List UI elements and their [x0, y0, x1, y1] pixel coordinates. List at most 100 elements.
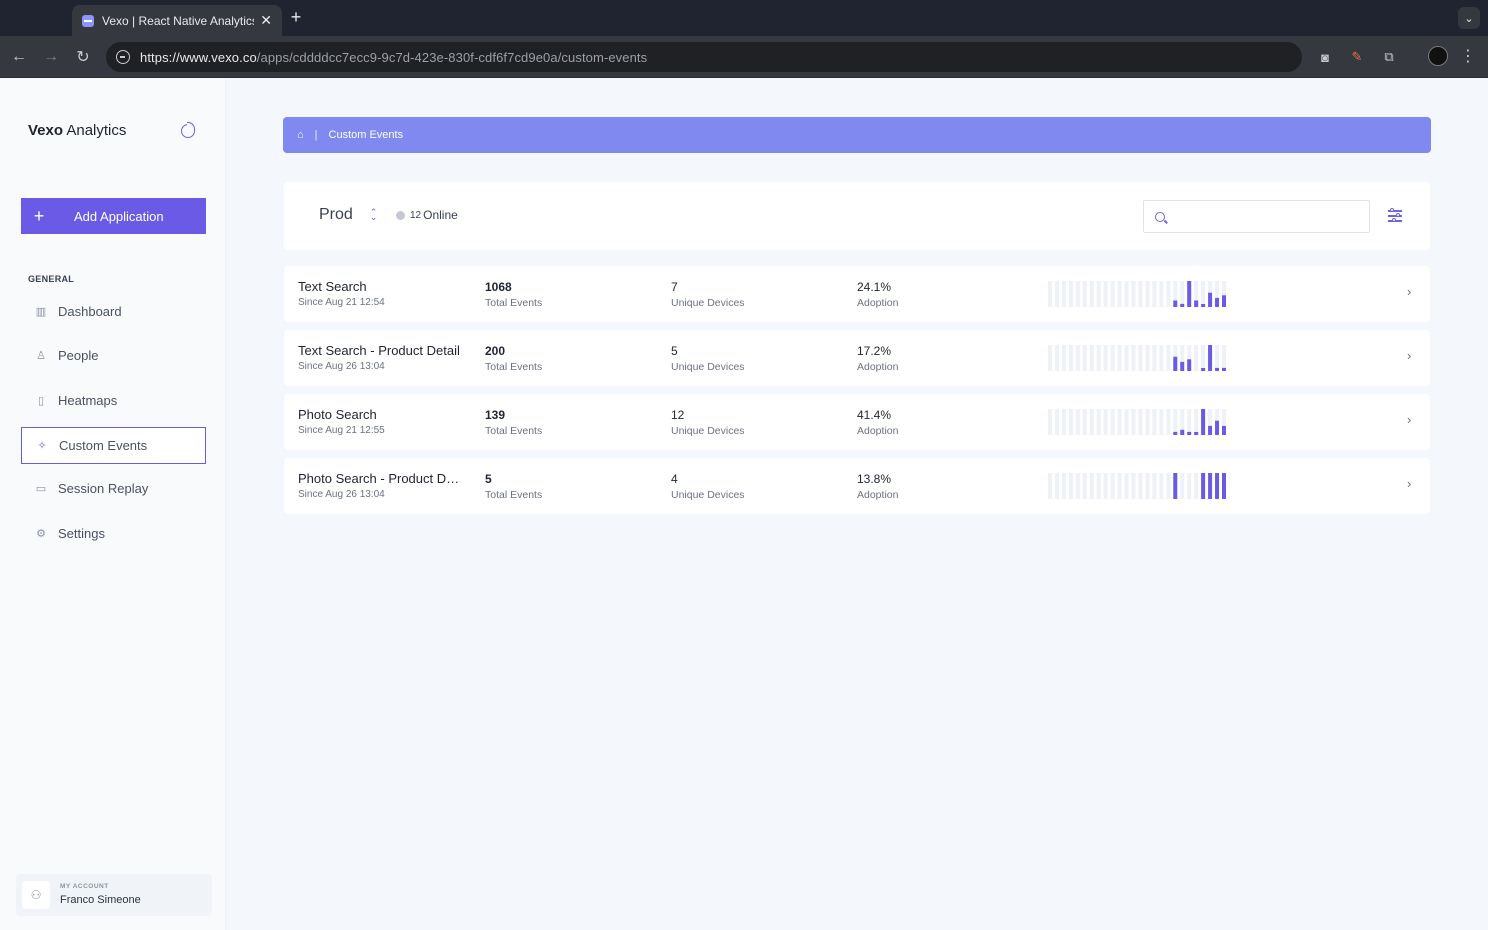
adoption-metric: 13.8% Adoption [857, 472, 898, 501]
total-events-value: 5 [485, 472, 492, 486]
chevron-right-icon[interactable]: › [1407, 348, 1411, 363]
account-card[interactable]: ⚇ MY ACCOUNT Franco Simeone [16, 874, 212, 916]
spark-track [1131, 345, 1136, 371]
chevron-right-icon[interactable]: › [1407, 412, 1411, 427]
spark-track [1138, 281, 1143, 307]
tab-search-icon[interactable]: ⌄ [1458, 7, 1480, 29]
spark-track [1068, 473, 1073, 499]
spark-track [1138, 409, 1143, 435]
spark-track [1054, 473, 1059, 499]
adoption-label: Adoption [857, 361, 899, 373]
forward-icon[interactable]: → [40, 46, 62, 68]
add-application-button[interactable]: + Add Application [21, 198, 206, 234]
spark-track [1215, 345, 1220, 371]
unique-devices-metric: 4 Unique Devices [671, 472, 745, 501]
spark-track [1103, 281, 1108, 307]
online-indicator: 12 Online [396, 208, 458, 222]
spark-bar [1194, 432, 1199, 435]
brand-title: Vexo Analytics [28, 122, 127, 139]
event-row[interactable]: Photo Search Since Aug 21 12:55 139 Tota… [284, 394, 1430, 450]
url-text: https://www.vexo.co/apps/cddddcc7ecc9-9c… [140, 49, 648, 65]
home-icon[interactable]: ⌂ [297, 129, 304, 141]
spark-bar [1208, 292, 1213, 307]
sidebar-item-people[interactable]: ♙ People [21, 337, 206, 374]
spark-track [1103, 345, 1108, 371]
spark-track [1131, 473, 1136, 499]
breadcrumb: ⌂ | Custom Events [283, 117, 1431, 153]
users-icon: ⚇ [22, 881, 50, 909]
spark-bar [1201, 473, 1206, 499]
sidebar-item-heatmaps[interactable]: ▯ Heatmaps [21, 382, 206, 419]
event-since: Since Aug 26 13:04 [298, 361, 385, 372]
spark-track [1117, 473, 1122, 499]
event-name: Photo Search [298, 407, 377, 422]
spark-track [1110, 409, 1115, 435]
spark-track [1166, 473, 1171, 499]
breadcrumb-current: Custom Events [328, 129, 404, 141]
adoption-label: Adoption [857, 425, 899, 437]
spark-bar [1187, 431, 1192, 435]
spark-bar [1222, 473, 1226, 499]
breadcrumb-separator: | [314, 129, 318, 141]
new-tab-button[interactable]: + [288, 7, 304, 28]
chevron-right-icon[interactable]: › [1407, 284, 1411, 299]
spark-bar [1180, 361, 1185, 371]
spark-bar [1173, 431, 1178, 435]
address-bar[interactable]: https://www.vexo.co/apps/cddddcc7ecc9-9c… [106, 42, 1302, 72]
site-info-icon[interactable] [116, 50, 130, 64]
close-tab-icon[interactable]: ✕ [260, 12, 272, 29]
spark-track [1124, 281, 1129, 307]
spark-track [1054, 345, 1059, 371]
spark-track [1061, 473, 1066, 499]
spark-track [1110, 473, 1115, 499]
browser-tab[interactable]: Vexo | React Native Analytics ✕ [72, 5, 282, 36]
environment-selector[interactable]: Prod ⌃ ⌄ [319, 206, 377, 224]
search-box[interactable] [1143, 200, 1370, 233]
spark-track [1103, 409, 1108, 435]
pen-extension-icon[interactable]: ✎ [1347, 47, 1367, 67]
event-row[interactable]: Text Search - Product Detail Since Aug 2… [284, 330, 1430, 386]
sidebar-item-dashboard[interactable]: ▥ Dashboard [21, 293, 206, 330]
puzzle-extensions-icon[interactable]: ⧉ [1379, 47, 1399, 67]
pie-chart-icon[interactable] [181, 122, 195, 138]
unique-devices-label: Unique Devices [671, 361, 745, 373]
spark-track [1096, 281, 1101, 307]
spark-bar [1180, 429, 1185, 435]
camera-extension-icon[interactable]: ◙ [1315, 47, 1335, 67]
reload-icon[interactable]: ↻ [72, 46, 94, 68]
spark-track [1089, 281, 1094, 307]
spark-track [1152, 281, 1157, 307]
spark-track [1048, 409, 1052, 435]
phone-icon: ▯ [37, 395, 45, 407]
spark-bar [1173, 473, 1178, 499]
spark-track [1124, 409, 1129, 435]
spark-track [1061, 345, 1066, 371]
section-label-general: GENERAL [28, 274, 75, 284]
spark-track [1145, 473, 1150, 499]
spark-bar [1222, 425, 1226, 435]
sidebar-item-session-replay[interactable]: ▭ Session Replay [21, 470, 206, 507]
filter-settings-icon[interactable] [1388, 208, 1402, 222]
spark-track [1089, 409, 1094, 435]
spark-track [1187, 473, 1192, 499]
sidebar-item-settings[interactable]: ⚙ Settings [21, 515, 206, 552]
spark-bar [1215, 367, 1220, 371]
spark-bar [1187, 281, 1192, 307]
spark-track [1194, 345, 1199, 371]
event-row[interactable]: Photo Search - Product Det… Since Aug 26… [284, 458, 1430, 514]
search-input[interactable] [1174, 207, 1359, 227]
spark-track [1082, 409, 1087, 435]
sidebar-item-custom-events[interactable]: ✧ Custom Events [21, 427, 206, 464]
spark-track [1173, 409, 1178, 435]
adoption-metric: 17.2% Adoption [857, 344, 898, 373]
profile-avatar-icon[interactable] [1428, 46, 1448, 66]
event-row[interactable]: Text Search Since Aug 21 12:54 1068 Tota… [284, 266, 1430, 322]
chevron-right-icon[interactable]: › [1407, 476, 1411, 491]
spark-track [1131, 409, 1136, 435]
back-icon[interactable]: ← [8, 46, 30, 68]
unique-devices-label: Unique Devices [671, 425, 745, 437]
browser-menu-icon[interactable]: ⋮ [1460, 46, 1476, 66]
adoption-value: 41.4% [857, 408, 892, 422]
spark-bar [1187, 359, 1192, 371]
adoption-label: Adoption [857, 489, 899, 501]
